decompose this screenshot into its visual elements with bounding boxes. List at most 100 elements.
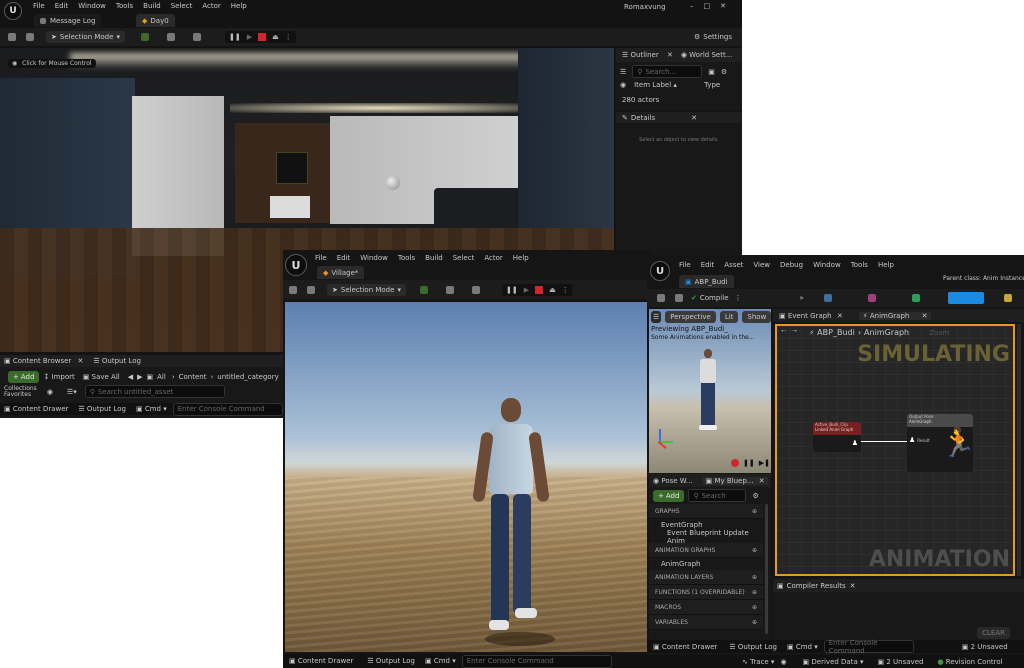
menu-select[interactable]: Select: [453, 254, 475, 262]
content-icon[interactable]: [26, 33, 34, 41]
close-icon[interactable]: ✕: [691, 114, 697, 122]
more-icon[interactable]: ⋮: [562, 286, 569, 294]
tree-section-header[interactable]: ANIMATION GRAPHS ⊕: [649, 543, 763, 558]
add-folder-icon[interactable]: ▣: [708, 68, 715, 76]
unreal-logo-icon[interactable]: U: [285, 254, 307, 276]
menu-file[interactable]: File: [33, 2, 45, 10]
menu-window[interactable]: Window: [360, 254, 388, 262]
close-icon[interactable]: ✕: [922, 312, 928, 320]
content-icon[interactable]: [307, 285, 315, 294]
pause-icon[interactable]: ❚❚: [229, 33, 241, 41]
path-all[interactable]: All: [157, 373, 166, 381]
close-icon[interactable]: ✕: [720, 2, 726, 10]
collections-label[interactable]: Collections Favorites: [4, 385, 37, 398]
close-icon[interactable]: ✕: [850, 582, 856, 590]
cmd-button[interactable]: ▣ Cmd ▾: [787, 643, 818, 651]
column-type[interactable]: Type: [704, 81, 720, 89]
tree-section-header[interactable]: FUNCTIONS (1 OVERRIDABLE) ⊕: [649, 585, 763, 600]
resume-icon[interactable]: ▶: [524, 286, 529, 294]
menu-file[interactable]: File: [679, 261, 691, 269]
tab-output-log[interactable]: ☰ Output Log: [93, 357, 141, 365]
game-viewport[interactable]: [285, 302, 651, 652]
add-actor-icon[interactable]: [419, 285, 428, 294]
perspective-button[interactable]: Perspective: [665, 311, 716, 323]
animation-mode-icon[interactable]: [911, 294, 920, 302]
minimize-icon[interactable]: –: [690, 2, 694, 10]
settings-button[interactable]: ⚙ Settings: [694, 33, 732, 41]
blueprint-mode-button[interactable]: [947, 292, 984, 304]
user-label[interactable]: Romaxvung: [624, 3, 666, 11]
content-search-input[interactable]: ⚲ Search untitled_asset: [84, 385, 225, 398]
save-icon[interactable]: [657, 294, 665, 302]
add-item-icon[interactable]: ⊕: [752, 589, 757, 596]
output-pin-icon[interactable]: ♟: [852, 439, 858, 447]
compile-button[interactable]: ✔ Compile ⋮: [691, 294, 742, 302]
unreal-logo-icon[interactable]: U: [4, 2, 22, 20]
menu-edit[interactable]: Edit: [701, 261, 715, 269]
menu-tools[interactable]: Tools: [116, 2, 133, 10]
filter-icon[interactable]: ☰: [620, 68, 626, 76]
menu-help[interactable]: Help: [878, 261, 894, 269]
my-blueprint-scrollbar[interactable]: [765, 504, 768, 634]
content-drawer-button[interactable]: ▣ Content Drawer: [289, 657, 353, 665]
record-icon[interactable]: [731, 459, 739, 467]
linked-anim-graph-node[interactable]: Active_Budi_Clip Linked Anim Graph ♟: [813, 422, 861, 452]
forward-icon[interactable]: 🠒: [791, 327, 797, 338]
tab-my-blueprint[interactable]: ▣ My Bluep... ✕: [702, 476, 768, 485]
close-icon[interactable]: ✕: [667, 51, 673, 59]
cinematics-icon[interactable]: [192, 33, 201, 41]
resume-icon[interactable]: ▶: [247, 33, 252, 41]
clear-button[interactable]: CLEAR: [977, 627, 1010, 639]
revision-control-button[interactable]: ● Revision Control: [937, 658, 1002, 666]
details-tab[interactable]: ✎ Details ✕: [616, 112, 742, 123]
gear-icon[interactable]: ⚙: [721, 68, 727, 76]
stop-icon[interactable]: [535, 285, 544, 294]
tree-section-header[interactable]: GRAPHS ⊕: [649, 504, 763, 519]
output-log-button[interactable]: ☰ Output Log: [367, 657, 415, 665]
menu-build[interactable]: Build: [425, 254, 443, 262]
add-button[interactable]: + Add: [8, 371, 40, 383]
console-input[interactable]: Enter Console Command: [172, 402, 283, 416]
stop-icon[interactable]: [258, 33, 267, 41]
menu-actor[interactable]: Actor: [202, 2, 220, 10]
close-icon[interactable]: ✕: [837, 312, 843, 320]
menu-help[interactable]: Help: [231, 2, 247, 10]
tree-section-header[interactable]: ANIMATION LAYERS ⊕: [649, 570, 763, 585]
menu-asset[interactable]: Asset: [724, 261, 743, 269]
preview-viewport[interactable]: ☰ Perspective Lit Show Previewing ABP_Bu…: [649, 309, 771, 473]
cmd-button[interactable]: ▣ Cmd ▾: [425, 657, 456, 665]
menu-tools[interactable]: Tools: [851, 261, 868, 269]
menu-window[interactable]: Window: [813, 261, 841, 269]
unsaved-indicator[interactable]: ▣ 2 Unsaved: [962, 643, 1008, 651]
pause-icon[interactable]: ❚❚: [743, 459, 755, 467]
tab-day0[interactable]: ◆ Day0: [136, 14, 175, 27]
cinematics-icon[interactable]: [471, 285, 480, 294]
content-drawer-button[interactable]: ▣ Content Drawer: [4, 405, 68, 413]
tab-world-settings[interactable]: ◉ World Sett...: [681, 51, 733, 59]
import-button[interactable]: ↧ Import: [43, 373, 74, 381]
lit-button[interactable]: Lit: [719, 311, 739, 323]
back-icon[interactable]: 🠐: [781, 327, 787, 338]
save-icon[interactable]: [8, 33, 16, 41]
menu-tools[interactable]: Tools: [398, 254, 415, 262]
more-icon[interactable]: ⋮: [285, 33, 292, 41]
tab-village[interactable]: ◆ Village*: [317, 266, 365, 279]
menu-file[interactable]: File: [315, 254, 327, 262]
eject-icon[interactable]: ⏏: [272, 33, 279, 41]
tree-section-header[interactable]: VARIABLES ⊕: [649, 615, 763, 630]
menu-window[interactable]: Window: [78, 2, 106, 10]
physics-mode-icon[interactable]: [1003, 294, 1012, 302]
add-item-icon[interactable]: ⊕: [752, 508, 757, 515]
breadcrumb-abp[interactable]: ABP_Budi: [817, 328, 855, 337]
tab-anim-graph[interactable]: ⚡ AnimGraph ✕: [858, 311, 932, 320]
tab-event-graph[interactable]: ▣ Event Graph ✕: [779, 312, 843, 320]
close-icon[interactable]: ✕: [78, 357, 84, 365]
filter-icon[interactable]: ☰▾: [67, 388, 77, 396]
record-toggle-icon[interactable]: ◉: [780, 658, 786, 666]
tree-item[interactable]: Event Blueprint Update Anim: [649, 529, 763, 545]
menu-select[interactable]: Select: [171, 2, 193, 10]
tab-message-log[interactable]: Message Log: [34, 14, 102, 27]
breadcrumb-animgraph[interactable]: AnimGraph: [864, 328, 909, 337]
selection-mode-button[interactable]: ➤ Selection Mode ▾: [46, 31, 125, 43]
outliner-search-input[interactable]: ⚲ Search...: [632, 65, 703, 78]
